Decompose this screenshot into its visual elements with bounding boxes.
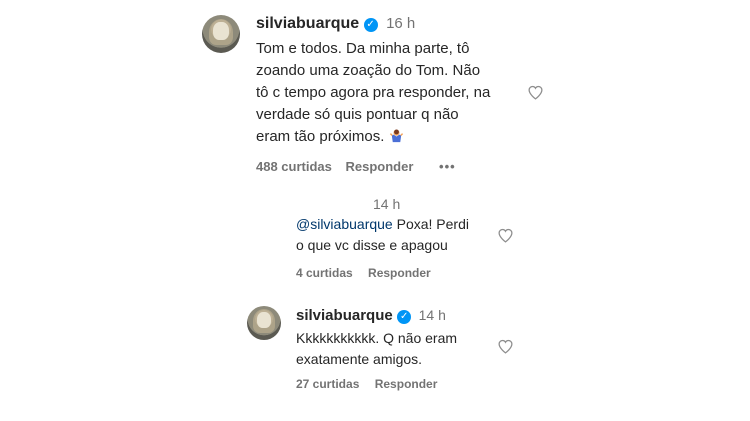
comment-time: 16 h bbox=[386, 15, 416, 32]
reply-line: @silviabuarque Poxa! Perdi bbox=[296, 214, 496, 235]
reply-button[interactable]: Responder bbox=[368, 266, 431, 280]
likes-count[interactable]: 4 curtidas bbox=[296, 266, 353, 280]
reply-button[interactable]: Responder bbox=[375, 377, 438, 391]
mention-link[interactable]: @silviabuarque bbox=[296, 216, 393, 232]
reply-line: o que vc disse e apagou bbox=[296, 237, 448, 253]
comment-line: zoando uma zoação do Tom. Não bbox=[256, 62, 481, 79]
reply-text-part: Poxa! Perdi bbox=[392, 216, 469, 232]
avatar[interactable] bbox=[202, 15, 240, 53]
avatar[interactable] bbox=[247, 306, 281, 340]
reply-button[interactable]: Responder bbox=[346, 159, 414, 174]
reply-text: Kkkkkkkkkkk. Q não eram exatamente amigo… bbox=[296, 328, 496, 370]
likes-count[interactable]: 488 curtidas bbox=[256, 159, 332, 174]
comment-line: verdade só quis pontuar q não bbox=[256, 106, 459, 123]
username[interactable]: silviabuarque bbox=[296, 307, 393, 324]
verified-badge-icon: ✓ bbox=[363, 18, 378, 32]
comment-line-last: eram tão próximos. bbox=[256, 126, 526, 148]
likes-count[interactable]: 27 curtidas bbox=[296, 377, 359, 391]
comment-header: silviabuarque ✓ 16 h bbox=[256, 15, 415, 33]
avatar-face bbox=[257, 312, 271, 329]
comment-line: Tom e todos. Da minha parte, tô bbox=[256, 40, 470, 57]
comment-line: eram tão próximos. bbox=[256, 128, 385, 145]
comment-text: Tom e todos. Da minha parte, tô zoando u… bbox=[256, 38, 526, 148]
like-heart-icon[interactable] bbox=[497, 227, 514, 244]
avatar-face bbox=[213, 21, 229, 41]
reply-actions: 27 curtidas Responder bbox=[296, 377, 437, 391]
reply-text: @silviabuarque Poxa! Perdi o que vc diss… bbox=[296, 214, 496, 256]
reply-header: silviabuarque ✓ 14 h bbox=[296, 307, 446, 325]
reply-line: Kkkkkkkkkkk. Q não eram bbox=[296, 330, 458, 346]
verified-badge-icon: ✓ bbox=[397, 310, 412, 324]
username[interactable]: silviabuarque bbox=[256, 15, 359, 32]
reply-line: exatamente amigos. bbox=[296, 351, 423, 367]
like-heart-icon[interactable] bbox=[527, 84, 544, 101]
person-shrugging-emoji-icon bbox=[389, 129, 403, 143]
reply-time: 14 h bbox=[373, 196, 401, 212]
like-heart-icon[interactable] bbox=[497, 338, 514, 355]
comment-line: tô c tempo agora pra responder, na bbox=[256, 84, 491, 101]
reply-actions: 4 curtidas Responder bbox=[296, 266, 431, 280]
reply-time: 14 h bbox=[418, 307, 446, 323]
more-options-icon[interactable]: ••• bbox=[439, 159, 456, 174]
comment-actions: 488 curtidas Responder ••• bbox=[256, 159, 456, 174]
